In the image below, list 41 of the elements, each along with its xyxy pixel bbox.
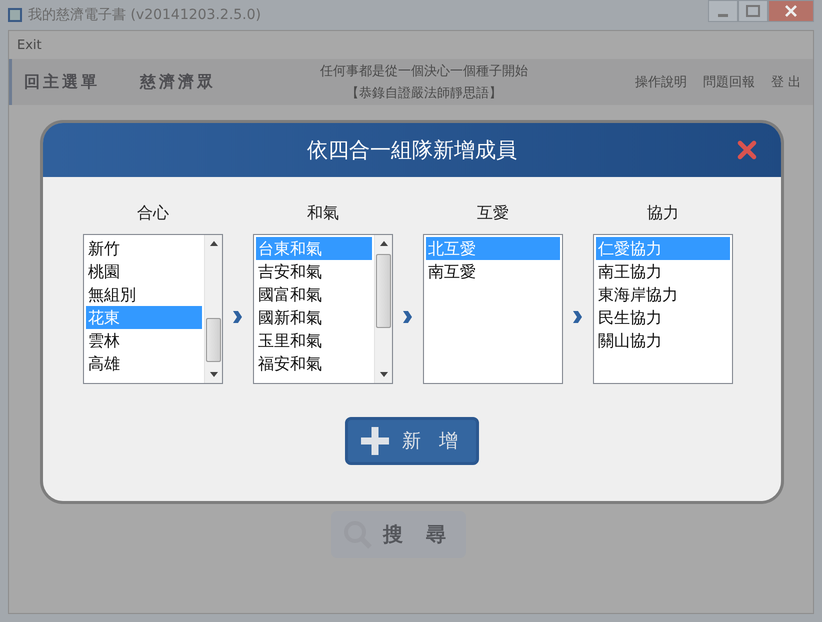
up-arrow-icon[interactable] <box>380 241 388 246</box>
column-heading: 和氣 <box>307 203 339 224</box>
list-item[interactable]: 桃園 <box>86 260 202 283</box>
list-item[interactable]: 南互愛 <box>426 260 560 283</box>
list-item[interactable]: 雲林 <box>86 329 202 352</box>
close-button[interactable] <box>768 0 814 22</box>
add-button[interactable]: 新 增 <box>345 417 479 465</box>
minimize-button[interactable] <box>708 0 738 22</box>
list-item[interactable]: 玉里和氣 <box>256 329 372 352</box>
scrollbar[interactable] <box>204 235 222 383</box>
list-item[interactable]: 民生協力 <box>596 306 730 329</box>
app-icon <box>8 8 22 22</box>
menu-item[interactable]: Exit <box>17 38 42 52</box>
plus-icon <box>360 426 390 456</box>
window-title: 我的慈濟電子書 (v20141203.2.5.0) <box>28 6 261 24</box>
list-item[interactable]: 關山協力 <box>596 329 730 352</box>
motto-source: 【恭錄自證嚴法師靜思語】 <box>346 85 502 102</box>
list-item[interactable]: 國新和氣 <box>256 306 372 329</box>
list-item[interactable]: 高雄 <box>86 352 202 375</box>
dialog-title: 依四合一組隊新增成員 <box>307 137 517 164</box>
close-icon[interactable] <box>737 140 757 160</box>
list-item[interactable]: 無組別 <box>86 283 202 306</box>
down-arrow-icon[interactable] <box>210 372 218 377</box>
list-item[interactable]: 福安和氣 <box>256 352 372 375</box>
maximize-button[interactable] <box>738 0 768 22</box>
scrollbar[interactable] <box>374 235 392 383</box>
motto-text: 任何事都是從一個決心一個種子開始 <box>320 63 528 80</box>
column-heading: 協力 <box>647 203 679 224</box>
list-item[interactable]: 國富和氣 <box>256 283 372 306</box>
list-item[interactable]: 東海岸協力 <box>596 283 730 306</box>
up-arrow-icon[interactable] <box>210 241 218 246</box>
chevron-icon <box>402 310 413 324</box>
close-icon <box>784 5 798 17</box>
list-item[interactable]: 吉安和氣 <box>256 260 372 283</box>
chevron-icon <box>232 310 243 324</box>
list-item[interactable]: 新竹 <box>86 237 202 260</box>
column-heading: 互愛 <box>477 203 509 224</box>
list-item[interactable]: 南王協力 <box>596 260 730 283</box>
chevron-icon <box>572 310 583 324</box>
column-heading: 合心 <box>137 203 169 224</box>
down-arrow-icon[interactable] <box>380 372 388 377</box>
